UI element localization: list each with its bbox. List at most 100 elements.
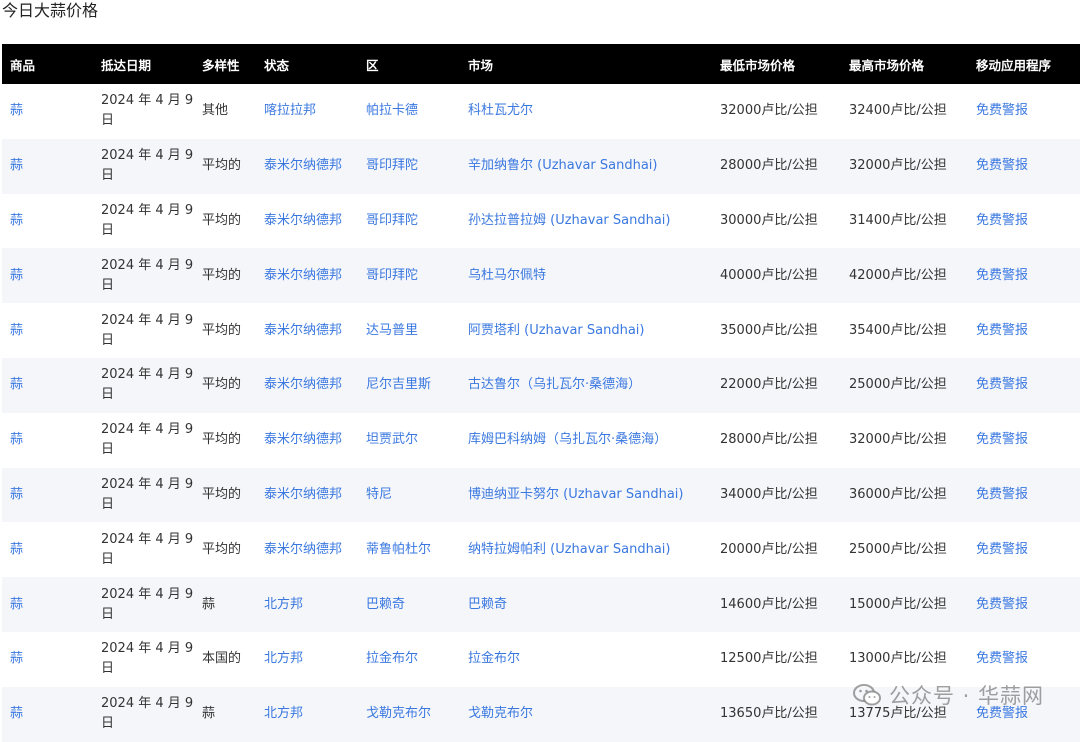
market-link[interactable]: 孙达拉普拉姆 (Uzhavar Sandhai) (468, 213, 670, 228)
variety: 平均的 (202, 377, 242, 393)
market-link[interactable]: 拉金布尔 (468, 651, 520, 666)
state-link[interactable]: 喀拉拉邦 (264, 103, 316, 118)
table-cell-app: 免费警报 (968, 84, 1080, 139)
table-cell-max: 42000卢比/公担 (841, 248, 968, 303)
free-alert-link[interactable]: 免费警报 (976, 487, 1028, 502)
header-mobile-app: 移动应用程序 (976, 57, 1052, 73)
market-link[interactable]: 阿贾塔利 (Uzhavar Sandhai) (468, 323, 644, 338)
table-cell-variety: 平均的 (194, 358, 256, 413)
free-alert-link[interactable]: 免费警报 (976, 103, 1028, 118)
table-header-row: 商品 抵达日期 多样性 状态 区 市场 最低市场价格 最高市场价格 移动应用程序 (2, 44, 1080, 84)
free-alert-link[interactable]: 免费警报 (976, 158, 1028, 173)
district-link[interactable]: 巴赖奇 (366, 597, 405, 612)
table-cell-app: 免费警报 (968, 139, 1080, 194)
table-cell-max: 13000卢比/公担 (841, 632, 968, 687)
commodity-link[interactable]: 蒜 (10, 487, 23, 502)
market-link[interactable]: 博迪纳亚卡努尔 (Uzhavar Sandhai) (468, 487, 683, 502)
table-cell-state: 北方邦 (256, 577, 358, 632)
state-link[interactable]: 泰米尔纳德邦 (264, 487, 342, 502)
district-link[interactable]: 坦贾武尔 (366, 432, 418, 447)
free-alert-link[interactable]: 免费警报 (976, 542, 1028, 557)
commodity-link[interactable]: 蒜 (10, 103, 23, 118)
variety: 平均的 (202, 212, 242, 228)
price-table: 商品 抵达日期 多样性 状态 区 市场 最低市场价格 最高市场价格 移动应用程序 蒜 2024 年… (2, 44, 1080, 742)
min-price: 14600卢比/公担 (720, 596, 818, 612)
district-link[interactable]: 哥印拜陀 (366, 268, 418, 283)
arrival-date: 2024 年 4 月 9 日 (101, 586, 194, 622)
table-cell-market: 辛加纳鲁尔 (Uzhavar Sandhai) (460, 139, 712, 194)
watermark: 公众号 · 华蒜网 (852, 680, 1044, 710)
free-alert-link[interactable]: 免费警报 (976, 268, 1028, 283)
max-price: 25000卢比/公担 (849, 541, 947, 557)
table-cell-district: 哥印拜陀 (358, 194, 460, 249)
table-cell-min: 22000卢比/公担 (712, 358, 841, 413)
market-link[interactable]: 乌杜马尔佩特 (468, 268, 546, 283)
state-link[interactable]: 泰米尔纳德邦 (264, 542, 342, 557)
commodity-link[interactable]: 蒜 (10, 706, 23, 721)
district-link[interactable]: 戈勒克布尔 (366, 706, 431, 721)
header-commodity: 商品 (10, 57, 36, 73)
page-title: 今日大蒜价格 (2, 1, 99, 20)
commodity-link[interactable]: 蒜 (10, 158, 23, 173)
state-link[interactable]: 泰米尔纳德邦 (264, 432, 342, 447)
table-cell-district: 特尼 (358, 468, 460, 523)
table-cell-district: 帕拉卡德 (358, 84, 460, 139)
table-cell-commodity: 蒜 (2, 413, 93, 468)
table-cell-commodity: 蒜 (2, 139, 93, 194)
max-price: 32000卢比/公担 (849, 158, 947, 174)
state-link[interactable]: 泰米尔纳德邦 (264, 158, 342, 173)
market-link[interactable]: 巴赖奇 (468, 597, 507, 612)
commodity-link[interactable]: 蒜 (10, 377, 23, 392)
table-cell-commodity: 蒜 (2, 687, 93, 742)
district-link[interactable]: 哥印拜陀 (366, 213, 418, 228)
commodity-link[interactable]: 蒜 (10, 597, 23, 612)
district-link[interactable]: 蒂鲁帕杜尔 (366, 542, 431, 557)
free-alert-link[interactable]: 免费警报 (976, 213, 1028, 228)
wechat-icon (852, 684, 881, 706)
table-cell-min: 34000卢比/公担 (712, 468, 841, 523)
free-alert-link[interactable]: 免费警报 (976, 432, 1028, 447)
table-row: 蒜 2024 年 4 月 9 日平均的 泰米尔纳德邦 特尼 博迪纳亚卡努尔 (Uzhav… (2, 467, 1080, 523)
commodity-link[interactable]: 蒜 (10, 323, 23, 338)
state-link[interactable]: 北方邦 (264, 597, 303, 612)
free-alert-link[interactable]: 免费警报 (976, 597, 1028, 612)
market-link[interactable]: 纳特拉姆帕利 (Uzhavar Sandhai) (468, 542, 670, 557)
free-alert-link[interactable]: 免费警报 (976, 377, 1028, 392)
table-cell-commodity: 蒜 (2, 632, 93, 687)
state-link[interactable]: 泰米尔纳德邦 (264, 213, 342, 228)
market-link[interactable]: 库姆巴科纳姆（乌扎瓦尔·桑德海） (468, 432, 667, 447)
market-link[interactable]: 戈勒克布尔 (468, 706, 533, 721)
min-price: 12500卢比/公担 (720, 651, 818, 667)
free-alert-link[interactable]: 免费警报 (976, 651, 1028, 666)
market-link[interactable]: 科杜瓦尤尔 (468, 103, 533, 118)
state-link[interactable]: 泰米尔纳德邦 (264, 268, 342, 283)
table-cell-variety: 平均的 (194, 248, 256, 303)
table-row: 蒜 2024 年 4 月 9 日平均的 泰米尔纳德邦 坦贾武尔 库姆巴科纳姆（乌扎瓦尔·… (2, 412, 1080, 468)
arrival-date: 2024 年 4 月 9 日 (101, 422, 194, 458)
commodity-link[interactable]: 蒜 (10, 432, 23, 447)
table-cell-state: 泰米尔纳德邦 (256, 248, 358, 303)
district-link[interactable]: 拉金布尔 (366, 651, 418, 666)
table-row: 蒜 2024 年 4 月 9 日平均的 泰米尔纳德邦 尼尔吉里斯 古达鲁尔（乌扎瓦尔·桑… (2, 357, 1080, 413)
commodity-link[interactable]: 蒜 (10, 542, 23, 557)
table-cell-max: 35400卢比/公担 (841, 303, 968, 358)
market-link[interactable]: 辛加纳鲁尔 (Uzhavar Sandhai) (468, 158, 657, 173)
district-link[interactable]: 帕拉卡德 (366, 103, 418, 118)
commodity-link[interactable]: 蒜 (10, 213, 23, 228)
district-link[interactable]: 哥印拜陀 (366, 158, 418, 173)
table-cell-commodity: 蒜 (2, 194, 93, 249)
commodity-link[interactable]: 蒜 (10, 651, 23, 666)
commodity-link[interactable]: 蒜 (10, 268, 23, 283)
max-price: 42000卢比/公担 (849, 267, 947, 283)
district-link[interactable]: 特尼 (366, 487, 392, 502)
state-link[interactable]: 北方邦 (264, 706, 303, 721)
state-link[interactable]: 泰米尔纳德邦 (264, 323, 342, 338)
district-link[interactable]: 达马普里 (366, 323, 418, 338)
district-link[interactable]: 尼尔吉里斯 (366, 377, 431, 392)
state-link[interactable]: 北方邦 (264, 651, 303, 666)
free-alert-link[interactable]: 免费警报 (976, 323, 1028, 338)
market-link[interactable]: 古达鲁尔（乌扎瓦尔·桑德海） (468, 377, 641, 392)
variety: 蒜 (202, 706, 216, 722)
variety: 平均的 (202, 322, 242, 338)
state-link[interactable]: 泰米尔纳德邦 (264, 377, 342, 392)
